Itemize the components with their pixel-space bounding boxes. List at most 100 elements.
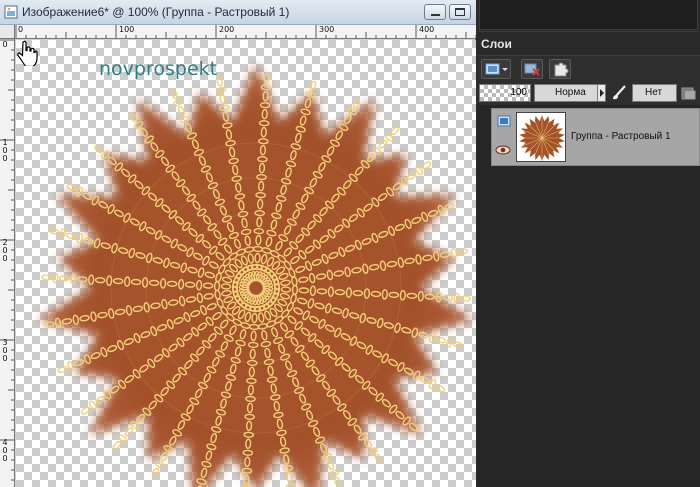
chain-link [177,106,185,117]
ruler-label: 400 [419,25,435,34]
layers-panel-header[interactable]: Слои [477,34,700,54]
chain-link [285,482,297,487]
chain-link [450,247,458,259]
chain-link [457,248,469,255]
layer-name: Группа - Растровый 1 [571,131,671,142]
ruler-corner [0,25,15,39]
chain-link [452,341,464,349]
chain-link [216,75,223,87]
ruler-label: 0 [2,40,8,49]
blend-mode-select[interactable]: Норма [534,84,604,102]
chain-link [435,384,446,393]
opacity-value: 100 [510,87,527,98]
ruler-label: 100 [119,25,135,34]
chain-link [43,321,55,328]
chain-link [419,376,430,384]
chain-link [352,98,361,109]
image-window-titlebar[interactable]: Изображение6* @ 100% (Группа - Растровый… [0,0,476,25]
blend-mode-value: Норма [555,87,586,98]
ruler-label: 3 0 0 [2,338,8,363]
chain-link [364,439,373,449]
layer-list: Группа - Растровый 1 [477,105,700,487]
chain-link [442,294,454,301]
layers-panel-title: Слои [481,37,512,51]
ruler-label: 0 [18,25,24,34]
chain-link [41,274,52,281]
chain-link [453,292,460,304]
ruler-label: 300 [319,25,335,34]
delete-layer-icon [524,63,540,76]
chain-link [57,365,68,374]
chain-link [67,361,75,372]
chain-link [219,93,226,105]
chain-link [390,126,400,136]
watermark-text: novprospekt [99,58,218,80]
image-document-icon [4,5,18,19]
lock-mode-select[interactable]: Нет [632,84,677,102]
puzzle-mask-icon [554,62,569,77]
brush-icon[interactable] [610,84,628,102]
chain-link [48,227,60,235]
burst-core [106,138,406,438]
minimize-button[interactable] [424,4,446,20]
chain-link [418,331,429,339]
chain-link [112,440,122,450]
layers-panel: Слои 100 Норма Нет Группа - Растровый 1 [477,0,700,487]
layer-options-icon[interactable] [680,85,696,101]
opacity-field[interactable]: 100 [479,84,531,102]
chain-link [327,459,335,470]
hand-cursor-icon [17,40,38,66]
ruler-label: 200 [219,25,235,34]
ruler-label: 4 0 0 [2,438,8,463]
chain-link [333,476,342,487]
chain-link [215,86,227,94]
restore-button[interactable] [449,4,471,20]
chain-link [179,115,190,123]
chain-link [83,237,94,245]
chain-link [124,427,134,437]
chain-link [286,471,293,483]
eye-visibility-icon[interactable] [495,145,511,155]
chain-link [435,336,446,344]
new-layer-button[interactable] [481,59,511,79]
chain-link [446,337,453,348]
chain-link [374,453,383,464]
layer-visibility-column [492,109,514,167]
chain-link [59,228,66,239]
chain-link [309,80,317,92]
minimize-icon [431,14,440,16]
chain-link [322,453,333,461]
horizontal-ruler: 0 100 200 300 400 [15,25,476,39]
chain-link [329,469,340,477]
chain-link [172,99,183,107]
chain-link [70,273,77,285]
image-canvas[interactable]: novprospekt [16,40,476,487]
chain-link [66,232,77,240]
layer-row[interactable]: Группа - Растровый 1 [491,108,700,166]
chain-link [52,272,59,284]
chain-link [407,171,417,180]
panel-top-strip [477,0,700,32]
delete-layer-button[interactable] [521,59,543,79]
image-window-title: Изображение6* @ 100% (Группа - Растровый… [22,5,290,19]
layer-thumbnail [516,112,566,162]
lock-mode-value: Нет [645,87,663,98]
chain-link [378,139,388,149]
chain-link [151,467,160,478]
vertical-ruler: 0 1 0 0 2 0 0 3 0 0 4 0 0 [0,39,15,487]
chain-link [94,144,104,154]
chain-link [58,275,70,282]
layer-properties-row: 100 Норма Нет [477,81,700,105]
chain-link [421,161,432,170]
chain-link [80,406,91,415]
restore-icon [455,8,465,16]
new-layer-icon [485,63,508,75]
image-window: Изображение6* @ 100% (Группа - Растровый… [0,0,476,487]
chain-link [170,89,179,100]
mask-button[interactable] [549,59,571,79]
chain-link [263,73,270,84]
chain-link [76,233,84,244]
chain-link [428,332,436,343]
chain-link [218,104,230,111]
blend-mode-arrow-icon[interactable] [597,84,606,102]
